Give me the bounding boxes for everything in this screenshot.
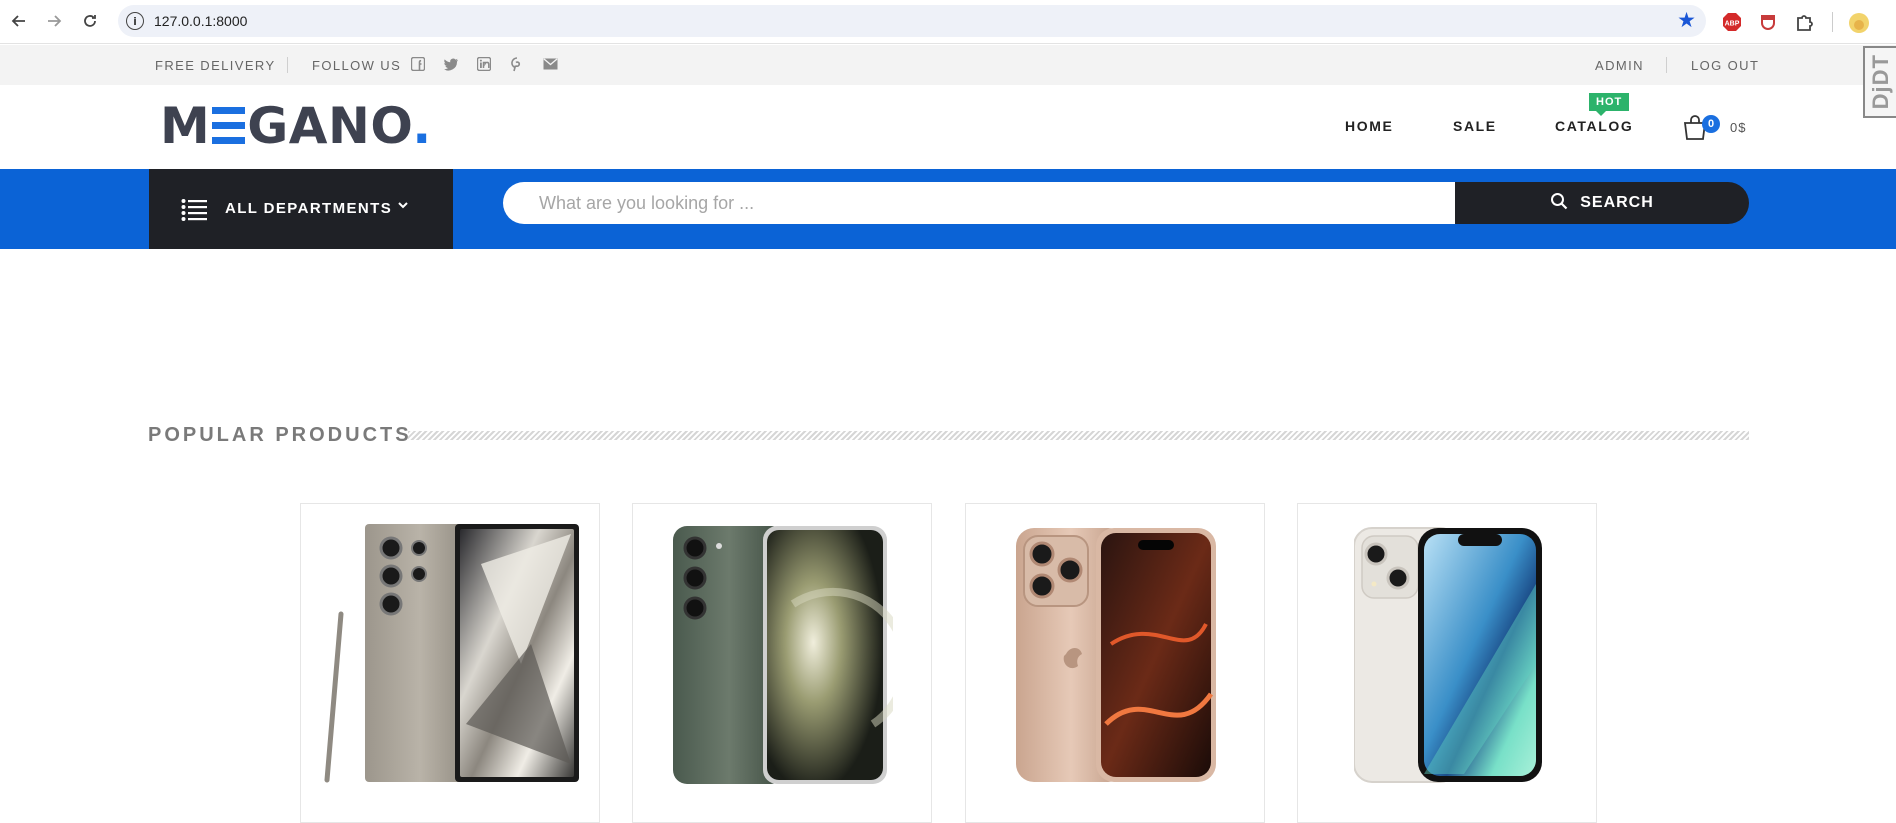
- djdt-label: DjDT: [1867, 54, 1893, 110]
- extensions-puzzle-icon[interactable]: [1795, 12, 1815, 32]
- product-card[interactable]: [632, 503, 932, 823]
- nav-home[interactable]: HOME: [1345, 118, 1393, 134]
- divider: [287, 57, 288, 73]
- admin-link[interactable]: ADMIN: [1595, 58, 1644, 73]
- free-delivery-text: FREE DELIVERY: [155, 58, 276, 73]
- chevron-down-icon: [397, 199, 409, 214]
- search-button-label: SEARCH: [1580, 194, 1654, 211]
- list-menu-icon: [181, 198, 207, 222]
- extension-shield-icon[interactable]: [1758, 12, 1778, 32]
- hot-badge: HOT: [1589, 93, 1630, 116]
- logo-dot: .: [412, 97, 432, 155]
- product-image[interactable]: [321, 524, 579, 786]
- browser-toolbar: i 127.0.0.1:8000 ★ ABP: [0, 0, 1896, 44]
- all-departments-label: ALL DEPARTMENTS: [225, 200, 393, 217]
- site-info-icon[interactable]: i: [126, 12, 144, 30]
- forward-icon[interactable]: [43, 10, 65, 32]
- follow-us-text: FOLLOW US: [312, 58, 402, 73]
- product-card[interactable]: [300, 503, 600, 823]
- section-title: POPULAR PRODUCTS: [148, 424, 412, 446]
- address-bar[interactable]: i 127.0.0.1:8000 ★: [118, 5, 1706, 37]
- product-card[interactable]: [965, 503, 1265, 823]
- linkedin-icon[interactable]: [476, 56, 492, 72]
- pinterest-icon[interactable]: [509, 56, 525, 72]
- search-input[interactable]: [503, 182, 1455, 224]
- search-button[interactable]: SEARCH: [1455, 182, 1749, 224]
- toolbar-divider: [1832, 12, 1833, 32]
- product-card[interactable]: [1297, 503, 1597, 823]
- nav-sale[interactable]: SALE: [1453, 118, 1497, 134]
- logo-letter-m: M: [160, 97, 211, 155]
- product-image[interactable]: [673, 524, 893, 786]
- site-logo[interactable]: M GANO.: [160, 97, 432, 155]
- mail-icon[interactable]: [542, 56, 558, 72]
- site-header: M GANO. HOME SALE CATALOG HOT 0 0$: [0, 85, 1896, 169]
- divider: [1666, 57, 1667, 73]
- logout-link[interactable]: LOG OUT: [1691, 58, 1759, 73]
- url-text[interactable]: 127.0.0.1:8000: [154, 13, 247, 29]
- adblock-label: ABP: [1725, 21, 1740, 28]
- search-band: ALL DEPARTMENTS SEARCH: [0, 169, 1896, 249]
- product-image[interactable]: [1016, 524, 1216, 786]
- section-divider: [408, 431, 1749, 440]
- django-debug-toolbar-handle[interactable]: DjDT: [1863, 46, 1896, 118]
- bookmark-star-icon[interactable]: ★: [1677, 8, 1696, 33]
- logo-e-mark: [212, 107, 246, 144]
- adblock-icon[interactable]: ABP: [1722, 12, 1742, 32]
- cart-total[interactable]: 0$: [1730, 120, 1746, 135]
- product-image[interactable]: [1354, 524, 1544, 786]
- twitter-icon[interactable]: [443, 56, 459, 72]
- nav-catalog[interactable]: CATALOG: [1555, 118, 1633, 134]
- back-icon[interactable]: [8, 10, 30, 32]
- all-departments-button[interactable]: ALL DEPARTMENTS: [149, 169, 453, 249]
- profile-avatar-icon[interactable]: [1848, 12, 1869, 33]
- search-icon: [1550, 192, 1568, 215]
- top-info-bar: FREE DELIVERY FOLLOW US ADMIN LOG OUT: [0, 45, 1896, 85]
- reload-icon[interactable]: [79, 10, 101, 32]
- facebook-icon[interactable]: [410, 56, 426, 72]
- logo-text: GANO: [247, 97, 413, 155]
- cart-count-badge: 0: [1702, 115, 1720, 133]
